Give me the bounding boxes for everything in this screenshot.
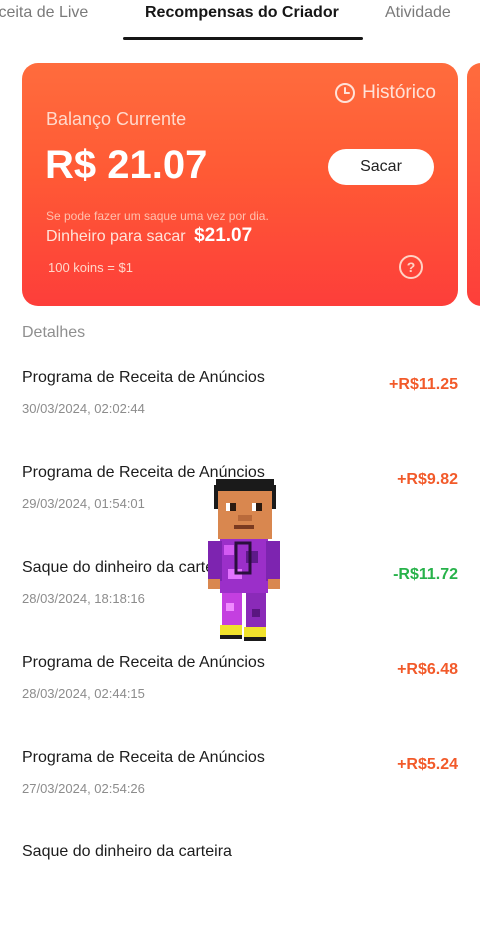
withdraw-button[interactable]: Sacar xyxy=(328,149,434,185)
clock-icon xyxy=(335,83,356,103)
transaction-title: Programa de Receita de Anúncios xyxy=(22,369,265,386)
transaction-amount: +R$6.48 xyxy=(397,661,458,678)
transaction-amount: +R$11.25 xyxy=(389,376,458,393)
tab-bar: Receita de Live Recompensas do Criador A… xyxy=(0,0,480,42)
tab-active-indicator xyxy=(123,37,363,40)
transaction-row[interactable]: Programa de Receita de Anúncios 27/03/20… xyxy=(0,749,480,839)
transaction-title: Programa de Receita de Anúncios xyxy=(22,654,265,671)
withdraw-note: Se pode fazer um saque uma vez por dia. xyxy=(46,209,269,223)
conversion-rate: 100 koins = $1 xyxy=(48,260,133,275)
balance-label: Balanço Currente xyxy=(46,109,187,129)
details-heading: Detalhes xyxy=(22,324,86,341)
transaction-amount: -R$11.72 xyxy=(393,566,458,583)
character-sticker xyxy=(208,479,280,641)
cash-available-label: Dinheiro para sacar xyxy=(46,228,186,245)
transaction-date: 27/03/2024, 02:54:26 xyxy=(22,781,145,796)
transaction-date: 28/03/2024, 02:44:15 xyxy=(22,686,145,701)
tab-live-revenue[interactable]: Receita de Live xyxy=(0,4,88,22)
tab-activity[interactable]: Atividade xyxy=(385,4,451,22)
transaction-row[interactable]: Programa de Receita de Anúncios 30/03/20… xyxy=(0,369,480,459)
balance-card: Histórico Balanço Currente R$ 21.07 Saca… xyxy=(22,63,458,306)
transaction-row[interactable]: Programa de Receita de Anúncios 28/03/20… xyxy=(0,654,480,744)
cash-available-value: $21.07 xyxy=(194,225,253,246)
transaction-date: 28/03/2024, 18:18:16 xyxy=(22,591,145,606)
transaction-row[interactable]: Saque do dinheiro da carteira xyxy=(0,843,480,933)
tab-creator-rewards[interactable]: Recompensas do Criador xyxy=(145,4,339,22)
question-icon[interactable]: ? xyxy=(399,255,423,279)
history-label: Histórico xyxy=(362,82,436,103)
transaction-title: Programa de Receita de Anúncios xyxy=(22,749,265,766)
transaction-amount: +R$9.82 xyxy=(397,471,458,488)
history-link[interactable]: Histórico xyxy=(334,82,436,104)
transaction-title: Saque do dinheiro da carteira xyxy=(22,843,232,860)
cash-available-row: Dinheiro para sacar $21.07 xyxy=(46,225,252,247)
balance-value: R$ 21.07 xyxy=(45,143,208,187)
transaction-amount: +R$5.24 xyxy=(397,756,458,773)
transaction-date: 29/03/2024, 01:54:01 xyxy=(22,496,145,511)
next-card-peek[interactable] xyxy=(467,63,480,306)
transaction-date: 30/03/2024, 02:02:44 xyxy=(22,401,145,416)
transaction-title: Saque do dinheiro da carteira xyxy=(22,559,232,576)
